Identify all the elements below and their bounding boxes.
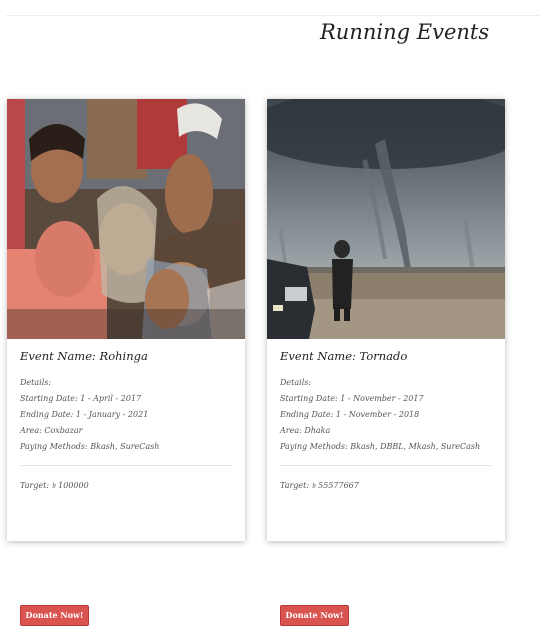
event-card-body: Event Name: Tornado Details: Starting Da… [280, 347, 492, 626]
header-divider [6, 15, 540, 16]
area: Area: Coxbazar [20, 426, 83, 435]
event-card-body: Event Name: Rohinga Details: Starting Da… [20, 347, 232, 626]
starting-date: Starting Date: 1 - November - 2017 [280, 394, 424, 403]
event-card-rohinga: Event Name: Rohinga Details: Starting Da… [7, 99, 245, 626]
paying-methods: Paying Methods: Bkash, DBBL, Mkash, Sure… [280, 442, 481, 451]
event-details: Details: Starting Date: 1 - November - 2… [280, 375, 492, 455]
donate-button[interactable]: Donate Now! [280, 605, 349, 626]
donate-button[interactable]: Donate Now! [20, 605, 89, 626]
event-details: Details: Starting Date: 1 - April - 2017… [20, 375, 232, 455]
target-amount: Target: ৳ 100000 [20, 481, 89, 490]
area: Area: Dhaka [280, 426, 331, 435]
event-name: Event Name: Tornado [280, 349, 408, 363]
details-label: Details: [20, 378, 52, 387]
ending-date: Ending Date: 1 - January - 2021 [20, 410, 149, 419]
tornado-photo [267, 99, 505, 339]
refugee-family-photo [7, 99, 245, 339]
page-title: Running Events [320, 20, 490, 44]
card-divider [20, 465, 232, 466]
card-divider [280, 465, 492, 466]
starting-date: Starting Date: 1 - April - 2017 [20, 394, 142, 403]
event-card-tornado: Event Name: Tornado Details: Starting Da… [267, 99, 505, 626]
target-amount: Target: ৳ 55577667 [280, 481, 359, 490]
paying-methods: Paying Methods: Bkash, SureCash [20, 442, 160, 451]
event-name: Event Name: Rohinga [20, 349, 148, 363]
ending-date: Ending Date: 1 - November - 2018 [280, 410, 420, 419]
details-label: Details: [280, 378, 312, 387]
